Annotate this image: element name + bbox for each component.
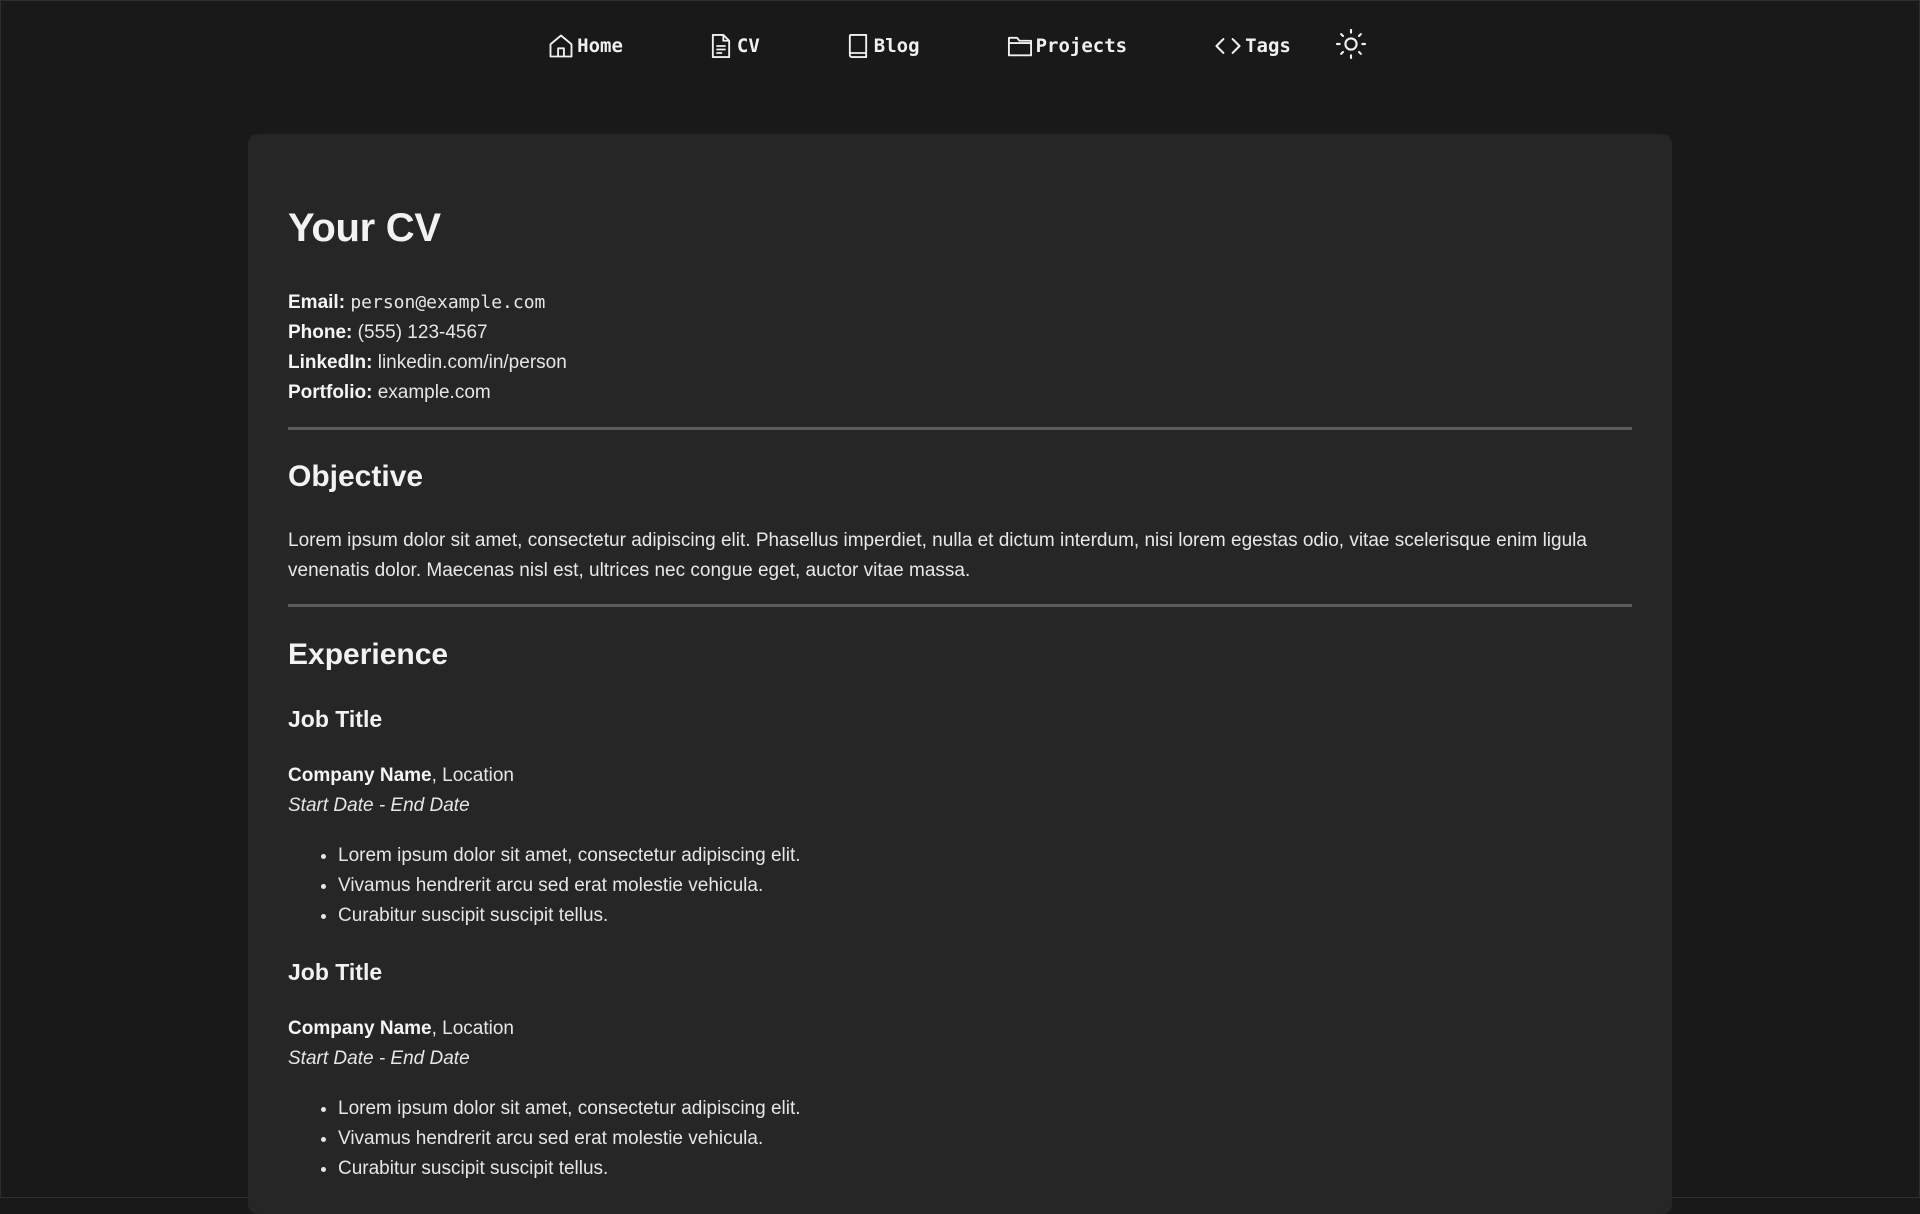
- sun-icon: [1335, 28, 1367, 65]
- company-name: Company Name: [288, 1018, 432, 1039]
- contact-portfolio-row: Portfolio: example.com: [288, 378, 567, 408]
- nav-item-cv[interactable]: CV: [707, 32, 760, 60]
- contact-info: Email: person@example.com Phone: (555) 1…: [288, 288, 567, 408]
- contact-linkedin-row: LinkedIn: linkedin.com/in/person: [288, 348, 567, 378]
- company-location: , Location: [431, 765, 515, 786]
- nav-item-tags[interactable]: Tags: [1213, 32, 1291, 60]
- job-entry: Job Title Company Name, Location Start D…: [288, 959, 1628, 1184]
- nav-label-blog: Blog: [873, 35, 920, 57]
- email-value: person@example.com: [350, 292, 546, 313]
- job-dates: Start Date - End Date: [288, 1048, 470, 1069]
- book-icon: [844, 32, 872, 60]
- company-line: Company Name, Location: [288, 1014, 1628, 1044]
- job-bullets: Lorem ipsum dolor sit amet, consectetur …: [288, 1094, 1628, 1184]
- home-icon: [547, 32, 575, 60]
- cv-card: Your CV Email: person@example.com Phone:…: [248, 134, 1672, 1214]
- divider: [288, 427, 1632, 430]
- nav-label-tags: Tags: [1245, 35, 1291, 57]
- list-item: Curabitur suscipit suscipit tellus.: [338, 1154, 1628, 1184]
- linkedin-label: LinkedIn:: [288, 352, 373, 373]
- nav-label-projects: Projects: [1035, 35, 1128, 57]
- job-entry: Job Title Company Name, Location Start D…: [288, 706, 1628, 931]
- theme-toggle-button[interactable]: [1335, 28, 1367, 65]
- folder-icon: [1006, 32, 1034, 60]
- job-bullets: Lorem ipsum dolor sit amet, consectetur …: [288, 841, 1628, 931]
- top-nav: Home CV Blog Projects Tags: [0, 26, 1920, 66]
- experience-heading: Experience: [288, 638, 449, 671]
- job-title: Job Title: [288, 706, 383, 732]
- page-title: Your CV: [288, 206, 441, 250]
- job-dates: Start Date - End Date: [288, 795, 470, 816]
- list-item: Lorem ipsum dolor sit amet, consectetur …: [338, 1094, 1628, 1124]
- nav-item-projects[interactable]: Projects: [1006, 32, 1128, 60]
- objective-text: Lorem ipsum dolor sit amet, consectetur …: [288, 530, 1587, 581]
- list-item: Vivamus hendrerit arcu sed erat molestie…: [338, 871, 1628, 901]
- document-icon: [707, 32, 735, 60]
- list-item: Curabitur suscipit suscipit tellus.: [338, 901, 1628, 931]
- company-line: Company Name, Location: [288, 761, 1628, 791]
- contact-email-row: Email: person@example.com: [288, 288, 567, 318]
- portfolio-label: Portfolio:: [288, 382, 373, 403]
- contact-phone-row: Phone: (555) 123-4567: [288, 318, 567, 348]
- company-location: , Location: [431, 1018, 515, 1039]
- email-label: Email:: [288, 292, 346, 313]
- objective-heading: Objective: [288, 460, 424, 493]
- nav-item-blog[interactable]: Blog: [844, 32, 920, 60]
- portfolio-value: example.com: [377, 382, 491, 403]
- nav-label-home: Home: [577, 35, 623, 57]
- company-name: Company Name: [288, 765, 432, 786]
- linkedin-value: linkedin.com/in/person: [377, 352, 567, 373]
- code-icon: [1213, 32, 1243, 60]
- nav-items: Home CV Blog Projects Tags: [547, 28, 1367, 65]
- phone-label: Phone:: [288, 322, 353, 343]
- phone-value: (555) 123-4567: [357, 322, 488, 343]
- job-title: Job Title: [288, 959, 383, 985]
- nav-item-home[interactable]: Home: [547, 32, 623, 60]
- list-item: Vivamus hendrerit arcu sed erat molestie…: [338, 1124, 1628, 1154]
- divider: [288, 604, 1632, 607]
- nav-label-cv: CV: [736, 35, 760, 57]
- list-item: Lorem ipsum dolor sit amet, consectetur …: [338, 841, 1628, 871]
